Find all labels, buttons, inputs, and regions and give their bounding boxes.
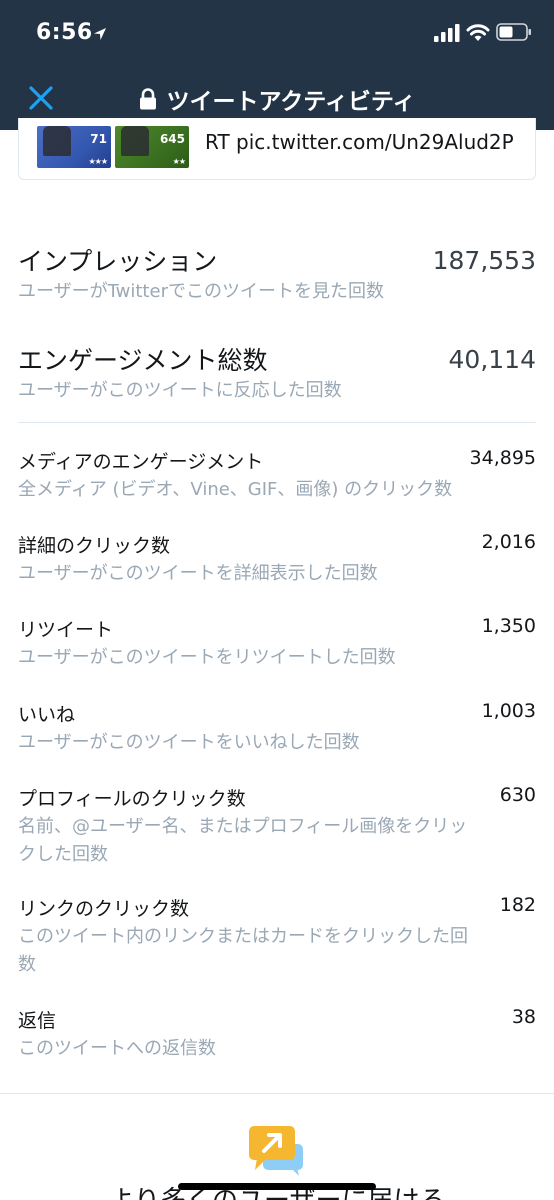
thumbnail-number: 645 bbox=[159, 132, 185, 146]
metric-value: 40,114 bbox=[448, 345, 536, 374]
total-engagements-metric: エンゲージメント総数 40,114 ユーザーがこのツイートに反応した回数 bbox=[18, 341, 536, 405]
metric-title: プロフィールのクリック数 bbox=[18, 788, 246, 810]
impressions-metric: インプレッション 187,553 ユーザーがTwitterでこのツイートを見た回… bbox=[18, 242, 536, 306]
metric-description: 名前、@ユーザー名、またはプロフィール画像をクリッ クした回数 bbox=[18, 813, 536, 869]
character-figure bbox=[43, 126, 71, 156]
metric-value: 38 bbox=[511, 1006, 536, 1028]
metric-description-line: クした回数 bbox=[18, 844, 108, 865]
likes-metric: いいね 1,003 ユーザーがこのツイートをいいねした回数 bbox=[18, 700, 536, 757]
promote-tweet-icon[interactable] bbox=[247, 1124, 307, 1176]
tweet-card[interactable]: 71 ★★★ 645 ★★ RT pic.twitter.com/Un29Alu… bbox=[18, 118, 536, 180]
wifi-icon bbox=[466, 24, 490, 41]
replies-metric: 返信 38 このツイートへの返信数 bbox=[18, 1006, 536, 1063]
metric-description: ユーザーがこのツイートを詳細表示した回数 bbox=[18, 563, 378, 584]
metric-title: 詳細のクリック数 bbox=[18, 535, 171, 557]
home-indicator[interactable] bbox=[178, 1183, 376, 1190]
metric-value: 1,350 bbox=[481, 615, 536, 637]
profile-clicks-metric: プロフィールのクリック数 630 名前、@ユーザー名、またはプロフィール画像をク… bbox=[18, 784, 536, 869]
thumbnail-stars: ★★★ bbox=[88, 157, 107, 166]
retweets-metric: リツイート 1,350 ユーザーがこのツイートをリツイートした回数 bbox=[18, 615, 536, 672]
metric-description-line: このツイート内のリンクまたはカードをクリックした回 bbox=[18, 926, 468, 947]
battery-icon bbox=[496, 23, 531, 41]
metric-title: リンクのクリック数 bbox=[18, 898, 190, 920]
page-title: ツイートアクティビティ bbox=[166, 89, 416, 115]
app-header: 6:56 ツイートアクティビティ bbox=[0, 0, 554, 130]
lock-icon bbox=[140, 88, 157, 110]
metric-title: メディアのエンゲージメント bbox=[18, 451, 264, 473]
metric-description: このツイートへの返信数 bbox=[18, 1038, 216, 1059]
tweet-media-thumbnail[interactable]: 71 ★★★ bbox=[37, 126, 111, 168]
tweet-text[interactable]: RT pic.twitter.com/Un29Alud2P bbox=[205, 130, 514, 154]
metric-value: 630 bbox=[499, 784, 536, 806]
cellular-signal-icon bbox=[434, 24, 460, 42]
character-figure bbox=[121, 126, 149, 156]
metric-value: 182 bbox=[499, 894, 536, 916]
metric-title: いいね bbox=[18, 704, 76, 726]
status-bar: 6:56 bbox=[0, 0, 554, 70]
thumbnail-number: 71 bbox=[90, 132, 107, 146]
location-arrow-icon bbox=[94, 28, 106, 40]
status-time: 6:56 bbox=[36, 20, 93, 45]
metric-value: 2,016 bbox=[481, 531, 536, 553]
metric-value: 187,553 bbox=[432, 246, 536, 275]
thumbnail-stars: ★★ bbox=[172, 157, 186, 166]
metric-description: ユーザーがこのツイートをいいねした回数 bbox=[18, 732, 360, 753]
metric-description: ユーザーがTwitterでこのツイートを見た回数 bbox=[18, 281, 384, 302]
metric-description: 全メディア (ビデオ、Vine、GIF、画像) のクリック数 bbox=[18, 479, 453, 500]
metric-description: ユーザーがこのツイートをリツイートした回数 bbox=[18, 647, 396, 668]
metric-title: 返信 bbox=[18, 1010, 57, 1032]
metric-description: ユーザーがこのツイートに反応した回数 bbox=[18, 380, 342, 401]
metric-description: このツイート内のリンクまたはカードをクリックした回 数 bbox=[18, 923, 536, 979]
detail-expands-metric: 詳細のクリック数 2,016 ユーザーがこのツイートを詳細表示した回数 bbox=[18, 531, 536, 588]
section-divider bbox=[18, 422, 536, 423]
metric-value: 34,895 bbox=[469, 447, 536, 469]
metric-value: 1,003 bbox=[481, 700, 536, 722]
media-engagements-metric: メディアのエンゲージメント 34,895 全メディア (ビデオ、Vine、GIF… bbox=[18, 447, 536, 504]
section-divider bbox=[0, 1093, 554, 1094]
link-clicks-metric: リンクのクリック数 182 このツイート内のリンクまたはカードをクリックした回 … bbox=[18, 894, 536, 979]
nav-title-bar: ツイートアクティビティ bbox=[0, 80, 554, 118]
tweet-media-thumbnail[interactable]: 645 ★★ bbox=[115, 126, 189, 168]
metric-description-line: 数 bbox=[18, 954, 36, 975]
metric-description-line: 名前、@ユーザー名、またはプロフィール画像をクリッ bbox=[18, 816, 468, 837]
metric-title: リツイート bbox=[18, 619, 114, 641]
